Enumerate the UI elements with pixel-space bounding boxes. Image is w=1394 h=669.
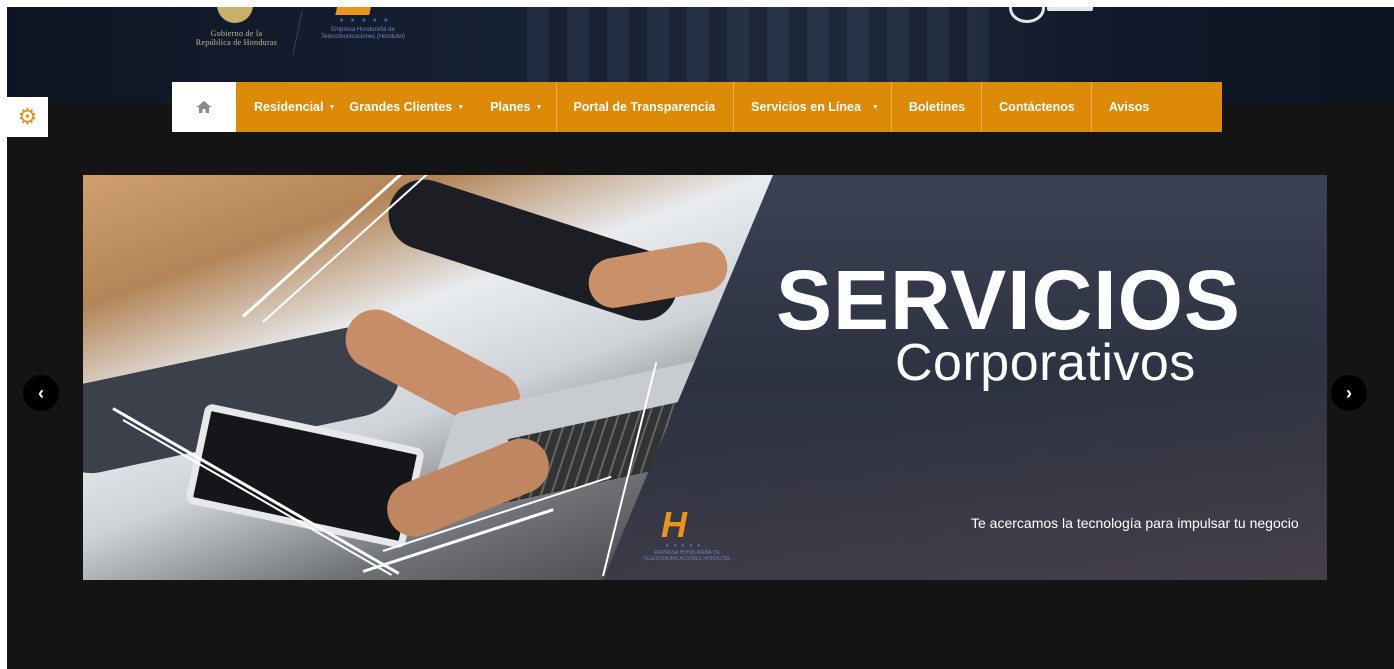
nav-item-label: Boletines <box>908 100 966 114</box>
nav-item-label: Residencial <box>254 100 324 114</box>
nav-item-contactenos[interactable]: Contáctenos <box>982 82 1091 132</box>
hero-slider[interactable]: SERVICIOS Corporativos Te acercamos la t… <box>83 175 1327 580</box>
slide-title: SERVICIOS <box>776 253 1241 347</box>
nav-item-portal-transparencia[interactable]: Portal de Transparencia <box>557 82 733 132</box>
nav-item-label: Grandes Clientes <box>349 100 453 114</box>
nav-item-label: Contáctenos <box>999 100 1075 114</box>
hondutel-h-icon: H <box>661 504 687 545</box>
nav-item-servicios-en-linea[interactable]: Servicios en Línea ▼ <box>734 82 891 132</box>
gov-logo-line2: República de Honduras <box>195 38 278 47</box>
coat-of-arms-icon <box>217 7 253 23</box>
slide-logo-text: EMPRESA HONDUREÑA DE TELECOMUNICACIONES … <box>643 550 731 562</box>
caret-down-icon: ▼ <box>457 103 465 111</box>
slide-tagline: Te acercamos la tecnología para impulsar… <box>971 515 1299 531</box>
caret-down-icon: ▼ <box>535 103 543 111</box>
main-navigation: Residencial ▼ Grandes Clientes ▼ Planes … <box>172 82 1222 132</box>
gear-icon: ⚙ <box>17 104 38 129</box>
header-right-logo-icon <box>1009 7 1045 23</box>
nav-item-label: Planes <box>490 100 531 114</box>
nav-item-grandes-clientes[interactable]: Grandes Clientes ▼ <box>349 82 478 132</box>
hondutel-logo-text: Empresa Hondureña de Telecomunicaciones … <box>321 27 405 40</box>
nav-home-button[interactable] <box>172 82 236 132</box>
chevron-left-icon: ‹ <box>38 382 44 403</box>
nav-item-label: Portal de Transparencia <box>573 100 716 114</box>
page-left-edge <box>0 0 7 669</box>
slider-prev-button[interactable]: ‹ <box>23 375 59 411</box>
page-top-edge <box>0 0 1394 7</box>
slide-hondutel-logo: H ★ ★ ★ ★ ★ EMPRESA HONDUREÑA DE TELECOM… <box>643 505 743 575</box>
caret-down-icon: ▼ <box>328 103 336 111</box>
caret-down-icon: ▼ <box>871 103 879 111</box>
gov-logo-line1: Gobierno de la <box>210 29 263 38</box>
settings-toggle-button[interactable]: ⚙ <box>7 97 48 137</box>
nav-item-label: Avisos <box>1108 100 1150 114</box>
hondutel-stars: ★ ★ ★ ★ ★ <box>339 18 391 24</box>
nav-item-boletines[interactable]: Boletines <box>892 82 981 132</box>
nav-item-avisos[interactable]: Avisos <box>1092 82 1166 132</box>
slide-subtitle: Corporativos <box>895 334 1196 392</box>
nav-item-planes[interactable]: Planes ▼ <box>478 82 556 132</box>
slider-next-button[interactable]: › <box>1331 375 1367 411</box>
nav-item-residencial[interactable]: Residencial ▼ <box>236 82 349 132</box>
hondutel-h-icon <box>335 7 373 15</box>
nav-item-label: Servicios en Línea <box>751 100 861 114</box>
hondutel-stars: ★ ★ ★ ★ ★ <box>665 543 702 549</box>
government-logo[interactable]: Gobierno de la República de Honduras <box>179 7 294 55</box>
header-right-logo-mark <box>1047 7 1093 11</box>
home-icon <box>197 101 211 113</box>
chevron-right-icon: › <box>1346 382 1352 403</box>
hondutel-logo[interactable]: ★ ★ ★ ★ ★ Empresa Hondureña de Telecomun… <box>313 7 413 55</box>
